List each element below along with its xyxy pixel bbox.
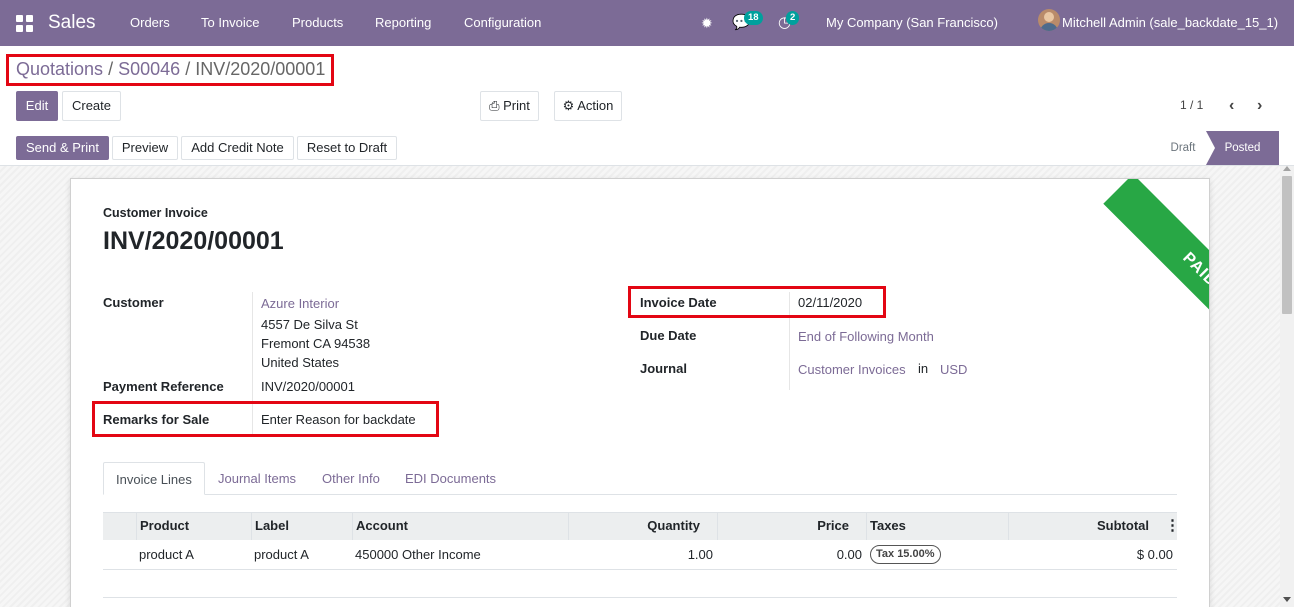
cell-account[interactable]: 450000 Other Income	[355, 541, 481, 569]
stage-posted[interactable]: Posted	[1206, 131, 1279, 165]
cell-label[interactable]: product A	[254, 541, 309, 569]
address-line: Fremont CA 94538	[261, 336, 371, 351]
pager-next-icon[interactable]: ›	[1257, 98, 1271, 114]
highlight-box-remarks	[92, 401, 439, 437]
menu-orders[interactable]: Orders	[130, 0, 170, 46]
user-avatar[interactable]	[1038, 9, 1060, 31]
column-separator	[352, 512, 353, 540]
user-menu[interactable]: Mitchell Admin (sale_backdate_15_1)	[1062, 0, 1278, 46]
print-icon: ⎙	[489, 98, 500, 113]
address-line: 4557 De Silva St	[261, 317, 358, 332]
menu-reporting[interactable]: Reporting	[375, 0, 431, 46]
print-label: Print	[503, 98, 530, 113]
menu-to-invoice[interactable]: To Invoice	[201, 0, 260, 46]
top-navbar: Sales Orders To Invoice Products Reporti…	[0, 0, 1294, 46]
table-footer-divider	[103, 597, 1177, 598]
print-button[interactable]: ⎙ Print	[480, 91, 539, 121]
cell-quantity[interactable]: 1.00	[568, 541, 713, 569]
apps-menu-icon[interactable]	[16, 15, 33, 32]
tab-edi-documents[interactable]: EDI Documents	[393, 462, 508, 495]
column-header-subtotal[interactable]: Subtotal	[1008, 512, 1149, 540]
edit-button[interactable]: Edit	[16, 91, 58, 121]
tab-invoice-lines[interactable]: Invoice Lines	[103, 462, 205, 495]
column-header-quantity[interactable]: Quantity	[568, 512, 700, 540]
journal-label: Journal	[640, 361, 687, 376]
gear-icon: ⚙	[562, 98, 575, 113]
tab-journal-items[interactable]: Journal Items	[206, 462, 308, 495]
reset-to-draft-button[interactable]: Reset to Draft	[297, 136, 397, 160]
action-button[interactable]: ⚙ Action	[554, 91, 622, 121]
optional-columns-kebab-icon[interactable]: ⋮	[1165, 512, 1180, 540]
tax-badge: Tax 15.00%	[870, 545, 941, 564]
payment-reference-label: Payment Reference	[103, 379, 224, 394]
journal-link[interactable]: Customer Invoices	[798, 362, 906, 377]
column-separator	[866, 512, 867, 540]
debug-bug-icon[interactable]: ✹	[701, 0, 713, 46]
paid-ribbon: PAID	[1103, 179, 1209, 367]
cell-subtotal: $ 0.00	[1136, 547, 1173, 562]
scroll-up-icon[interactable]	[1283, 166, 1291, 171]
invoice-type-label: Customer Invoice	[103, 206, 208, 220]
column-separator	[251, 512, 252, 540]
menu-configuration[interactable]: Configuration	[464, 0, 541, 46]
due-date-label: Due Date	[640, 328, 697, 343]
preview-button[interactable]: Preview	[112, 136, 178, 160]
invoice-number: INV/2020/00001	[103, 227, 284, 255]
company-switcher[interactable]: My Company (San Francisco)	[826, 0, 998, 46]
currency-link[interactable]: USD	[940, 362, 967, 377]
customer-label: Customer	[103, 295, 164, 310]
send-print-button[interactable]: Send & Print	[16, 136, 109, 160]
column-header-account[interactable]: Account	[356, 512, 408, 540]
column-header-taxes[interactable]: Taxes	[870, 512, 906, 540]
activity-badge: 2	[786, 11, 800, 25]
column-header-price[interactable]: Price	[717, 512, 849, 540]
payment-reference-value: INV/2020/00001	[261, 379, 355, 394]
pager-previous-icon[interactable]: ‹	[1229, 98, 1243, 114]
add-credit-note-button[interactable]: Add Credit Note	[181, 136, 294, 160]
column-header-product[interactable]: Product	[140, 512, 189, 540]
messages-badge: 18	[744, 11, 763, 25]
menu-products[interactable]: Products	[292, 0, 343, 46]
scroll-down-icon[interactable]	[1283, 597, 1291, 602]
action-label: Action	[577, 98, 614, 113]
address-line: United States	[261, 355, 340, 370]
column-separator	[136, 512, 137, 540]
cell-product[interactable]: product A	[139, 541, 194, 569]
tab-other-info[interactable]: Other Info	[310, 462, 392, 495]
due-date-value[interactable]: End of Following Month	[798, 329, 934, 344]
stage-draft[interactable]: Draft	[1160, 131, 1206, 165]
cell-price[interactable]: 0.00	[717, 541, 862, 569]
column-header-label[interactable]: Label	[255, 512, 289, 540]
highlight-box-invoice-date	[628, 286, 886, 318]
pager-value[interactable]: 1 / 1	[1180, 98, 1203, 112]
app-name[interactable]: Sales	[48, 0, 96, 46]
scrollbar-thumb[interactable]	[1282, 176, 1292, 314]
highlight-box-breadcrumb	[6, 54, 334, 86]
create-button[interactable]: Create	[62, 91, 121, 121]
row-divider	[103, 569, 1177, 570]
journal-in-text: in	[918, 361, 929, 376]
customer-link[interactable]: Azure Interior	[261, 296, 339, 311]
